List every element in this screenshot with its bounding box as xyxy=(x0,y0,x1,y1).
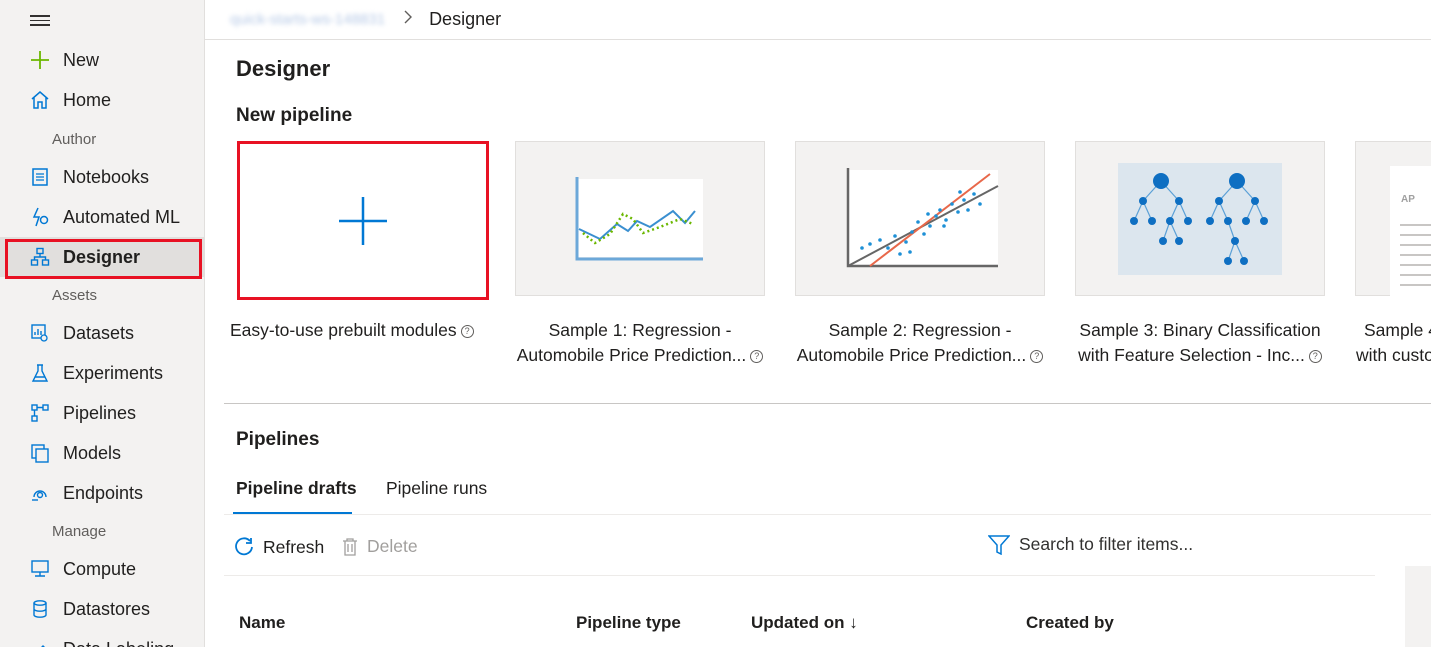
trash-icon xyxy=(343,537,357,556)
document-thumbnail: AP xyxy=(1390,165,1431,296)
sidebar-item-automated-ml[interactable]: Automated ML xyxy=(0,197,204,237)
sidebar: New Home Author Notebooks Automated ML D… xyxy=(0,0,205,647)
datastore-icon xyxy=(29,598,51,620)
sample-3-card[interactable] xyxy=(1075,141,1325,296)
notebook-icon xyxy=(29,166,51,188)
help-icon[interactable]: ? xyxy=(460,324,474,338)
dataset-icon xyxy=(29,322,51,344)
refresh-icon xyxy=(235,537,253,556)
sidebar-item-models[interactable]: Models xyxy=(0,433,204,473)
models-icon xyxy=(29,442,51,464)
sidebar-item-notebooks[interactable]: Notebooks xyxy=(0,157,204,197)
chevron-right-icon xyxy=(403,10,413,29)
breadcrumb-current: Designer xyxy=(429,9,502,29)
help-icon[interactable]: ? xyxy=(1030,349,1044,363)
sidebar-item-datastores[interactable]: Datastores xyxy=(0,589,204,629)
sidebar-item-home[interactable]: Home xyxy=(0,80,204,120)
pipelines-heading: Pipelines xyxy=(236,429,320,450)
tab-divider xyxy=(224,514,1431,515)
new-pipeline-caption[interactable]: Easy-to-use prebuilt modules? xyxy=(230,318,490,343)
sidebar-item-label: New xyxy=(63,49,100,70)
toolbar-divider xyxy=(224,575,1375,576)
sidebar-item-compute[interactable]: Compute xyxy=(0,549,204,589)
card-caption-line-2: with Feature Selection - Inc... xyxy=(1078,345,1305,365)
labeling-icon xyxy=(29,638,51,647)
new-pipeline-heading: New pipeline xyxy=(236,105,353,126)
sidebar-item-endpoints[interactable]: Endpoints xyxy=(0,473,204,513)
card-caption-line-1: Sample 4 xyxy=(1364,320,1431,340)
decision-tree-thumbnail xyxy=(1118,162,1282,275)
plus-icon xyxy=(339,196,387,245)
refresh-button[interactable]: Refresh xyxy=(233,536,324,558)
search-input[interactable]: Search to filter items... xyxy=(988,534,1193,555)
sidebar-item-data-labeling[interactable]: Data Labeling xyxy=(0,629,204,647)
new-pipeline-card[interactable] xyxy=(237,141,489,300)
breadcrumb-workspace[interactable]: quick-starts-ws-148831 xyxy=(230,11,385,28)
sidebar-item-label: Home xyxy=(63,89,112,110)
line-chart-thumbnail xyxy=(575,176,703,260)
sample-4-caption[interactable]: Sample 4 with custo xyxy=(1350,318,1431,368)
sidebar-item-label: Data Labeling xyxy=(63,639,174,647)
compute-icon xyxy=(29,558,51,580)
sample-1-card[interactable] xyxy=(515,141,765,296)
sidebar-item-experiments[interactable]: Experiments xyxy=(0,353,204,393)
column-header-name[interactable]: Name xyxy=(239,613,285,633)
page-title: Designer xyxy=(236,56,331,81)
delete-label: Delete xyxy=(367,536,418,556)
sidebar-item-label: Endpoints xyxy=(63,482,144,503)
card-caption-line-1: Sample 1: Regression - xyxy=(548,320,732,340)
sample-2-caption[interactable]: Sample 2: Regression - Automobile Price … xyxy=(790,318,1050,368)
sample-3-caption[interactable]: Sample 3: Binary Classification with Fea… xyxy=(1070,318,1330,368)
sidebar-item-label: Automated ML xyxy=(63,206,181,227)
card-caption-line-1: Sample 3: Binary Classification xyxy=(1079,320,1321,340)
section-label-manage: Manage xyxy=(52,523,107,540)
pipeline-icon xyxy=(29,402,51,424)
filter-icon xyxy=(988,534,1010,555)
section-divider xyxy=(224,403,1431,404)
endpoint-icon xyxy=(29,482,51,504)
section-label-author: Author xyxy=(52,131,97,148)
details-panel xyxy=(1405,566,1431,647)
card-caption-text: Easy-to-use prebuilt modules xyxy=(230,320,457,340)
card-caption-line-2: with custo xyxy=(1356,345,1431,365)
column-header-pipeline-type[interactable]: Pipeline type xyxy=(576,613,681,633)
section-label-assets: Assets xyxy=(52,287,98,304)
sidebar-item-label: Notebooks xyxy=(63,166,150,187)
card-caption-line-1: Sample 2: Regression - xyxy=(828,320,1012,340)
delete-button[interactable]: Delete xyxy=(341,536,418,557)
card-caption-line-2: Automobile Price Prediction... xyxy=(516,345,747,365)
search-placeholder: Search to filter items... xyxy=(1019,534,1194,554)
column-header-updated-on[interactable]: Updated on ↓ xyxy=(751,613,858,633)
automl-icon xyxy=(29,206,51,228)
sidebar-item-pipelines[interactable]: Pipelines xyxy=(0,393,204,433)
help-icon[interactable]: ? xyxy=(1308,349,1322,363)
help-icon[interactable]: ? xyxy=(750,349,764,363)
sidebar-item-label: Pipelines xyxy=(63,402,137,423)
sample-4-card[interactable]: AP xyxy=(1355,141,1431,296)
home-icon xyxy=(29,89,51,111)
card-caption-line-2: Automobile Price Prediction... xyxy=(796,345,1027,365)
flask-icon xyxy=(29,362,51,384)
sample-2-card[interactable] xyxy=(795,141,1045,296)
thumbnail-lines xyxy=(1400,223,1431,294)
sidebar-item-datasets[interactable]: Datasets xyxy=(0,313,204,353)
sidebar-item-label: Datastores xyxy=(63,598,151,619)
sidebar-item-label: Datasets xyxy=(63,322,135,343)
sidebar-item-label: Experiments xyxy=(63,362,164,383)
hamburger-menu-icon[interactable] xyxy=(30,12,50,28)
tab-pipeline-drafts[interactable]: Pipeline drafts xyxy=(236,478,357,499)
sample-1-caption[interactable]: Sample 1: Regression - Automobile Price … xyxy=(510,318,770,368)
column-header-created-by[interactable]: Created by xyxy=(1026,613,1114,633)
scatter-chart-thumbnail xyxy=(846,167,999,267)
plus-icon xyxy=(29,49,51,71)
refresh-label: Refresh xyxy=(263,536,325,557)
sidebar-item-label: Models xyxy=(63,442,122,463)
sidebar-item-new[interactable]: New xyxy=(0,40,204,80)
breadcrumb: quick-starts-ws-148831 Designer xyxy=(205,0,1431,40)
tab-pipeline-runs[interactable]: Pipeline runs xyxy=(386,478,487,499)
designer-highlight-box xyxy=(5,239,202,279)
sidebar-item-label: Compute xyxy=(63,558,137,579)
thumbnail-text: AP xyxy=(1401,193,1415,205)
